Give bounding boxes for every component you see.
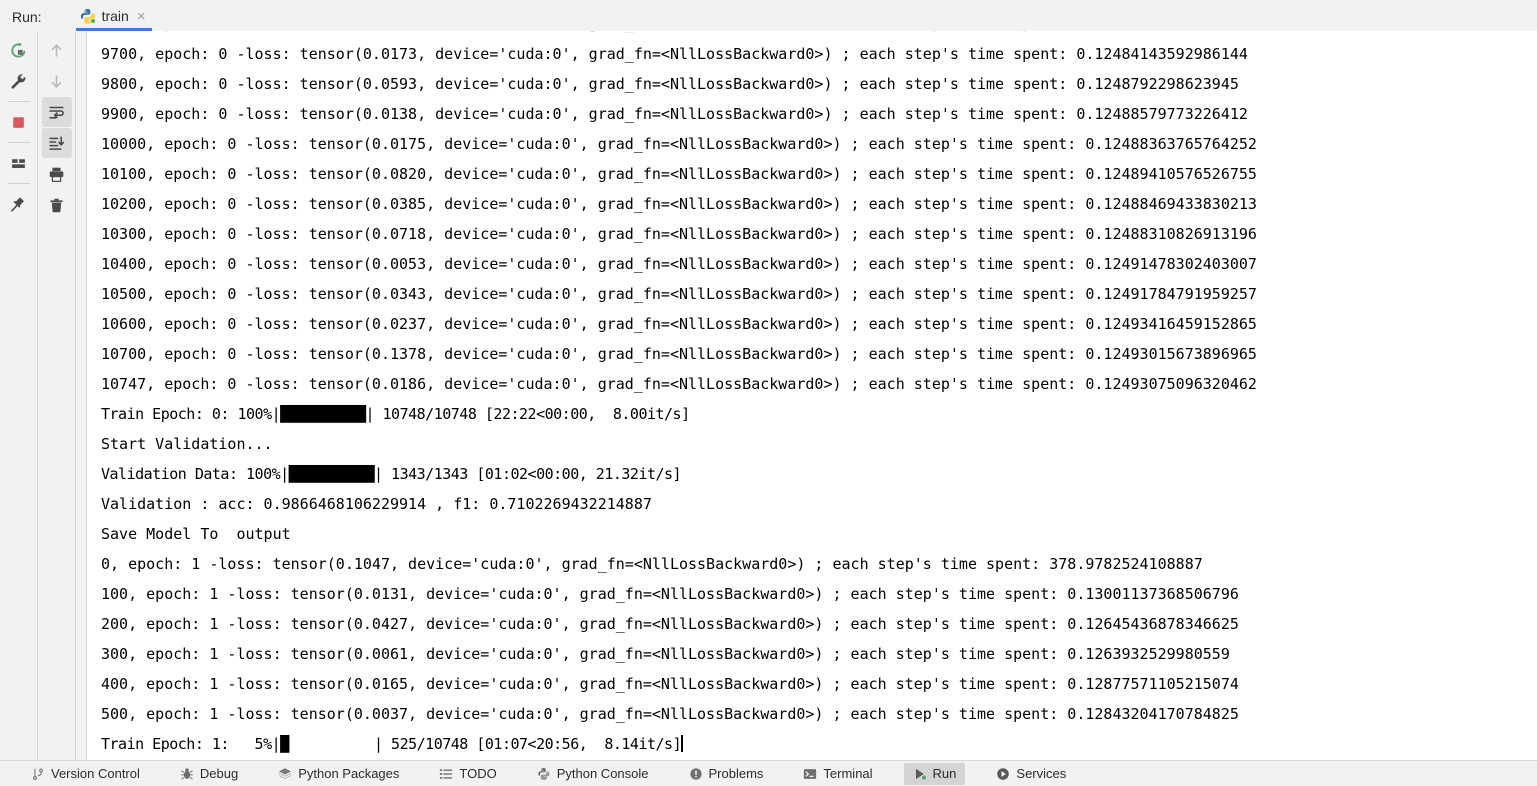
console-line-save-model: Save Model To output: [101, 525, 291, 543]
tab-title: train: [101, 8, 129, 24]
console-line: 10200, epoch: 0 -loss: tensor(0.0385, de…: [101, 195, 1257, 213]
status-item-label: Problems: [708, 766, 764, 781]
console-line: 10000, epoch: 0 -loss: tensor(0.0175, de…: [101, 135, 1257, 153]
console-line: 9700, epoch: 0 -loss: tensor(0.0173, dev…: [101, 45, 1248, 63]
progress-prefix: Train Epoch: 1: 5%|: [101, 735, 281, 753]
run-label: Run:: [12, 9, 42, 25]
status-run[interactable]: Run: [903, 762, 966, 785]
packages-icon: [278, 767, 292, 781]
bug-icon: [180, 767, 194, 781]
console-line: 10400, epoch: 0 -loss: tensor(0.0053, de…: [101, 255, 1257, 273]
status-item-label: Python Packages: [298, 766, 400, 781]
console-line: 100, epoch: 1 -loss: tensor(0.0131, devi…: [101, 585, 1239, 603]
console-gutter: [76, 31, 87, 760]
status-debug[interactable]: Debug: [171, 763, 247, 785]
console-line-clipped: 9700, epoch: 0 -loss: tensor(0.0173, dev…: [101, 31, 1537, 39]
console-line: 10747, epoch: 0 -loss: tensor(0.0186, de…: [101, 375, 1257, 393]
toolbar-separator: [7, 183, 30, 184]
pin-tab-button[interactable]: [4, 189, 34, 219]
print-button[interactable]: [42, 159, 72, 189]
status-item-label: Services: [1016, 766, 1067, 781]
console-actions-toolbar: [38, 31, 76, 760]
progress-filled: █: [280, 735, 289, 753]
status-bar: Version Control Debug Python Packages TO…: [0, 760, 1537, 786]
stop-button[interactable]: [4, 107, 34, 137]
pycharm-run-window: Run: train × 9700, epoch: 0 -loss: tenso…: [0, 0, 1537, 786]
status-item-label: Version Control: [51, 766, 140, 781]
progress-suffix: | 525/10748 [01:07<20:56, 8.14it/s]: [288, 735, 682, 753]
progress-bar-validation: Validation Data: 100%|██████████| 1343/1…: [101, 465, 682, 483]
console-line: 10600, epoch: 0 -loss: tensor(0.0237, de…: [101, 315, 1257, 333]
status-item-label: TODO: [459, 766, 497, 781]
status-problems[interactable]: Problems: [680, 763, 773, 785]
run-play-icon: [913, 767, 927, 781]
status-services[interactable]: Services: [987, 763, 1075, 785]
toolbar-separator: [7, 101, 30, 102]
console-output[interactable]: 9700, epoch: 0 -loss: tensor(0.0173, dev…: [87, 31, 1537, 760]
status-item-label: Python Console: [556, 766, 649, 781]
trash-icon[interactable]: [42, 190, 72, 220]
console-line: 9900, epoch: 0 -loss: tensor(0.0138, dev…: [101, 105, 1248, 123]
problems-icon: [689, 767, 703, 781]
status-item-label: Debug: [199, 766, 239, 781]
close-icon[interactable]: ×: [135, 9, 148, 24]
console-line: 10700, epoch: 0 -loss: tensor(0.1378, de…: [101, 345, 1257, 363]
console-line: 10100, epoch: 0 -loss: tensor(0.0820, de…: [101, 165, 1257, 183]
console-line: 300, epoch: 1 -loss: tensor(0.0061, devi…: [101, 645, 1230, 663]
run-tab-bar: Run: train ×: [0, 0, 1537, 31]
python-icon: [80, 8, 96, 24]
status-python-packages[interactable]: Python Packages: [269, 763, 408, 785]
scroll-to-end-button[interactable]: [41, 128, 72, 158]
branch-icon: [31, 767, 45, 781]
run-window-body: 9700, epoch: 0 -loss: tensor(0.0173, dev…: [0, 31, 1537, 760]
console-line: 400, epoch: 1 -loss: tensor(0.0165, devi…: [101, 675, 1239, 693]
toolbar-separator: [7, 142, 30, 143]
status-python-console[interactable]: Python Console: [528, 763, 658, 785]
soft-wrap-button[interactable]: [41, 97, 72, 127]
layout-button[interactable]: [4, 148, 34, 178]
rerun-button[interactable]: [4, 35, 34, 65]
console-line: 200, epoch: 1 -loss: tensor(0.0427, devi…: [101, 615, 1239, 633]
progress-bar-train-epoch-1: Train Epoch: 1: 5%|█ | 525/10748 [01:07<…: [101, 729, 1537, 759]
todo-list-icon: [439, 767, 453, 781]
status-version-control[interactable]: Version Control: [22, 763, 149, 785]
terminal-icon: [803, 767, 817, 781]
console-line: 9800, epoch: 0 -loss: tensor(0.0593, dev…: [101, 75, 1239, 93]
console-line: 10300, epoch: 0 -loss: tensor(0.0718, de…: [101, 225, 1257, 243]
run-actions-toolbar: [0, 31, 38, 760]
modify-run-configuration-button[interactable]: [4, 66, 34, 96]
status-item-label: Terminal: [823, 766, 873, 781]
status-item-label: Run: [932, 766, 957, 781]
progress-bar-train-epoch-0: Train Epoch: 0: 100%|██████████| 10748/1…: [101, 405, 690, 423]
console-caret: [681, 735, 684, 752]
tab-train[interactable]: train ×: [75, 0, 152, 31]
console-line: 10500, epoch: 0 -loss: tensor(0.0343, de…: [101, 285, 1257, 303]
console-line: Start Validation...: [101, 435, 273, 453]
console-line-validation-metrics: Validation : acc: 0.9866468106229914 , f…: [101, 495, 652, 513]
python-console-icon: [537, 767, 551, 781]
console-line: 500, epoch: 1 -loss: tensor(0.0037, devi…: [101, 705, 1239, 723]
previous-occurrence-button[interactable]: [42, 35, 72, 65]
next-occurrence-button[interactable]: [42, 66, 72, 96]
status-todo[interactable]: TODO: [430, 763, 505, 785]
console-lines: 9700, epoch: 0 -loss: tensor(0.0173, dev…: [101, 31, 1537, 760]
status-terminal[interactable]: Terminal: [794, 763, 881, 785]
console-line: 0, epoch: 1 -loss: tensor(0.1047, device…: [101, 555, 1203, 573]
services-icon: [996, 767, 1010, 781]
